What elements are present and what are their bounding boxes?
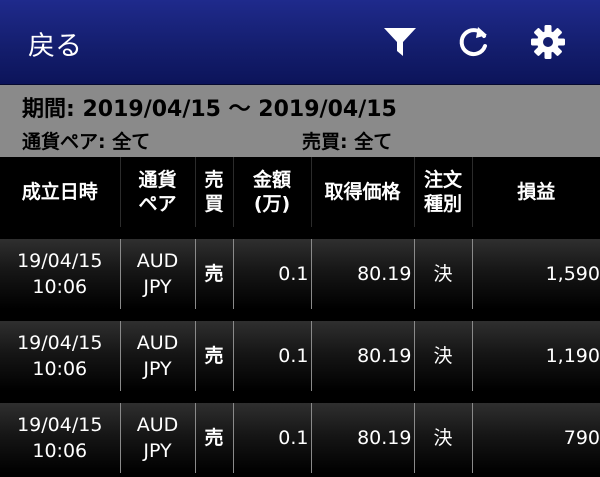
- navigation-bar: 戻る: [0, 0, 600, 85]
- table-row[interactable]: 19/04/15 10:06 AUD JPY 売 0.1 80.19 決 1,590: [0, 239, 600, 309]
- cell-datetime: 19/04/15 10:06: [0, 321, 121, 391]
- cell-side: 売: [195, 321, 234, 391]
- table-row[interactable]: 19/04/15 10:06 AUD JPY 売 0.1 80.19 決 790: [0, 403, 600, 473]
- header-execution-time[interactable]: 成立日時: [0, 157, 121, 227]
- cell-price: 80.19: [311, 321, 415, 391]
- cell-currency-pair: AUD JPY: [120, 321, 196, 391]
- cell-datetime: 19/04/15 10:06: [0, 239, 121, 309]
- cell-order-type: 決: [414, 321, 473, 391]
- header-price[interactable]: 取得価格: [311, 157, 415, 227]
- gear-icon[interactable]: [530, 24, 566, 60]
- cell-price: 80.19: [311, 403, 415, 473]
- filter-icon[interactable]: [382, 24, 418, 60]
- back-button[interactable]: 戻る: [28, 24, 82, 63]
- cell-currency-pair: AUD JPY: [120, 403, 196, 473]
- cell-datetime: 19/04/15 10:06: [0, 403, 121, 473]
- cell-amount: 0.1: [233, 403, 312, 473]
- period-label: 期間: 2019/04/15 〜 2019/04/15: [22, 97, 397, 122]
- cell-side: 売: [195, 403, 234, 473]
- filter-conditions-bar: 期間: 2019/04/15 〜 2019/04/15 通貨ペア: 全て 売買:…: [0, 85, 600, 157]
- cell-pnl: 790: [472, 403, 600, 473]
- currency-pair-filter-label: 通貨ペア: 全て: [22, 131, 151, 153]
- cell-pnl: 1,190: [472, 321, 600, 391]
- header-currency-pair[interactable]: 通貨 ペア: [120, 157, 196, 227]
- cell-currency-pair: AUD JPY: [120, 239, 196, 309]
- header-amount[interactable]: 金額 (万): [233, 157, 312, 227]
- table-header-row: 成立日時 通貨 ペア 売買 金額 (万) 取得価格 注文 種別 損益: [0, 157, 600, 227]
- cell-order-type: 決: [414, 403, 473, 473]
- cell-price: 80.19: [311, 239, 415, 309]
- header-side[interactable]: 売買: [195, 157, 234, 227]
- cell-amount: 0.1: [233, 239, 312, 309]
- table-row[interactable]: 19/04/15 10:06 AUD JPY 売 0.1 80.19 決 1,190: [0, 321, 600, 391]
- trade-history-table: 成立日時 通貨 ペア 売買 金額 (万) 取得価格 注文 種別 損益 19/04/15…: [0, 157, 600, 473]
- cell-order-type: 決: [414, 239, 473, 309]
- cell-side: 売: [195, 239, 234, 309]
- cell-pnl: 1,590: [472, 239, 600, 309]
- cell-amount: 0.1: [233, 321, 312, 391]
- side-filter-label: 売買: 全て: [302, 131, 393, 153]
- header-order-type[interactable]: 注文 種別: [414, 157, 473, 227]
- header-pnl[interactable]: 損益: [472, 157, 600, 227]
- refresh-icon[interactable]: [456, 24, 492, 60]
